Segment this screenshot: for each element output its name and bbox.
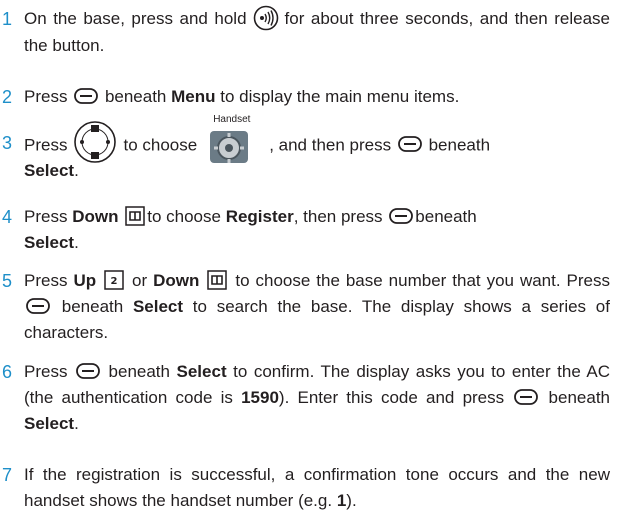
step-number: 6 <box>2 362 13 382</box>
text: On the base, press and hold <box>24 9 247 28</box>
handset-number: 1 <box>336 491 347 510</box>
soft-key-icon <box>397 136 422 152</box>
text: beneath <box>548 388 610 407</box>
text: Press <box>24 362 68 381</box>
step-text: Press beneath Select to confirm. The dis… <box>24 359 610 437</box>
up-contact-icon: 2 <box>104 269 124 290</box>
text: ). <box>346 491 357 510</box>
select-label: Select <box>24 233 75 252</box>
text: ). Enter this code and press <box>278 388 505 407</box>
text: to display the main menu items. <box>220 87 460 106</box>
text: to choose the base number that you want.… <box>235 271 610 290</box>
step-number: 7 <box>2 465 13 485</box>
soft-key-icon <box>76 362 100 379</box>
soft-key-icon <box>389 207 414 224</box>
text: , then press <box>293 207 383 226</box>
select-label: Select <box>176 362 227 381</box>
text: beneath <box>415 207 477 226</box>
select-label: Select <box>24 414 75 433</box>
step-text: Press beneath Menu to display the main m… <box>24 84 610 110</box>
select-label: Select <box>24 161 75 180</box>
step-number: 4 <box>2 207 13 227</box>
navigation-key-icon <box>74 121 117 163</box>
text: If the registration is successful, a con… <box>24 465 610 510</box>
soft-key-icon <box>514 388 539 405</box>
down-phonebook-icon <box>125 205 145 226</box>
text: . <box>74 414 79 433</box>
handset-gear-icon <box>210 131 249 163</box>
text: Press <box>24 135 68 155</box>
text: beneath <box>104 87 167 106</box>
step-number: 5 <box>2 271 13 291</box>
step-number: 3 <box>2 133 13 153</box>
step-number: 1 <box>2 9 13 29</box>
text: beneath <box>61 297 124 316</box>
step-text: Press Down to choose Register, then pres… <box>24 204 610 256</box>
step-text: Press to choose Handset , and then press be… <box>24 114 610 184</box>
text: to choose <box>123 135 198 155</box>
menu-label: Menu <box>171 87 216 106</box>
text: Press <box>24 87 68 106</box>
step-text: Press Up 2 or Down to choose the base nu… <box>24 268 610 346</box>
up-label: Up <box>73 271 97 290</box>
step-text: On the base, press and hold for about thr… <box>24 5 610 59</box>
step-text: If the registration is successful, a con… <box>24 462 610 514</box>
step-number: 2 <box>2 87 13 107</box>
handset-caption: Handset <box>213 114 251 125</box>
down-label: Down <box>153 271 200 290</box>
text: Press <box>24 271 68 290</box>
text: , and then press <box>269 135 392 155</box>
text: to choose <box>147 207 221 226</box>
soft-key-icon <box>74 87 99 104</box>
down-label: Down <box>72 207 119 226</box>
text: beneath <box>428 135 491 155</box>
text: . <box>74 233 79 252</box>
text: or <box>132 271 148 290</box>
paging-waves-icon <box>253 5 278 30</box>
svg-text:2: 2 <box>111 276 118 287</box>
text: beneath <box>108 362 170 381</box>
text: Press <box>24 207 68 226</box>
register-label: Register <box>225 207 294 226</box>
select-label: Select <box>132 297 184 316</box>
soft-key-icon <box>26 297 50 314</box>
handset-settings-icon: Handset <box>205 114 261 164</box>
auth-code: 1590 <box>241 388 279 407</box>
down-phonebook-icon <box>207 269 228 290</box>
